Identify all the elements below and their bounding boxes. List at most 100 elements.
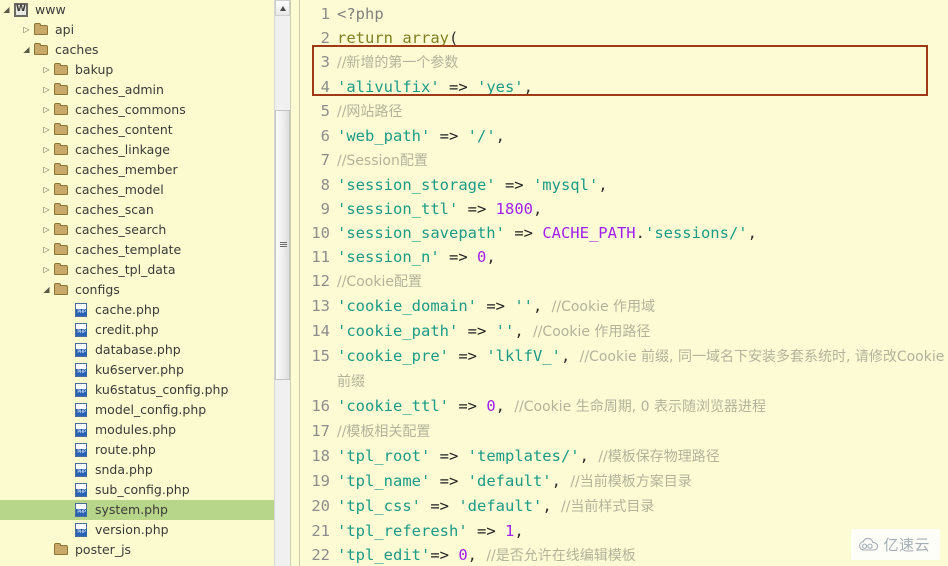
expand-triangle-icon[interactable] <box>40 260 53 280</box>
code-line[interactable]: 15 'cookie_pre' => 'lklfV_', //Cookie 前缀,… <box>300 344 948 394</box>
tree-item-caches-content[interactable]: caches_content <box>0 120 290 140</box>
sidebar-scrollbar[interactable] <box>274 0 290 566</box>
scroll-up-arrow-icon[interactable] <box>275 0 290 16</box>
tree-item-sub-config-php[interactable]: sub_config.php <box>0 480 290 500</box>
code-line[interactable]: 9 'session_ttl' => 1800, <box>300 197 948 221</box>
tree-item-snda-php[interactable]: snda.php <box>0 460 290 480</box>
code-line[interactable]: 20 'tpl_css' => 'default', //当前样式目录 <box>300 494 948 519</box>
file-tree-sidebar[interactable]: www api caches bakup caches_admin caches_comm… <box>0 0 290 566</box>
code-line-text[interactable]: 'cookie_path' => '', //Cookie 作用路径 <box>337 319 948 344</box>
code-line-text[interactable]: 'session_ttl' => 1800, <box>337 197 948 221</box>
code-line[interactable]: 4 'alivulfix' => 'yes', <box>300 75 948 99</box>
code-line[interactable]: 13 'cookie_domain' => '', //Cookie 作用域 <box>300 294 948 319</box>
code-line-text[interactable]: 'tpl_css' => 'default', //当前样式目录 <box>337 494 948 519</box>
tree-item-database-php[interactable]: database.php <box>0 340 290 360</box>
code-line[interactable]: 8 'session_storage' => 'mysql', <box>300 173 948 197</box>
code-line[interactable]: 2 return array( <box>300 26 948 50</box>
code-line[interactable]: 3 //新增的第一个参数 <box>300 50 948 75</box>
tree-item-caches-member[interactable]: caches_member <box>0 160 290 180</box>
tree-item-api[interactable]: api <box>0 20 290 40</box>
tree-item-caches-tpl-data[interactable]: caches_tpl_data <box>0 260 290 280</box>
code-editor-pane[interactable]: 1 <?php 2 return array(3//新增的第一个参数 4'alivulf… <box>300 0 948 566</box>
tree-item-caches[interactable]: caches <box>0 40 290 60</box>
code-line[interactable]: 10 'session_savepath' => CACHE_PATH.'sess… <box>300 221 948 245</box>
code-line-text[interactable]: 'tpl_name' => 'default', //当前模板方案目录 <box>337 469 948 494</box>
token-plain: , <box>495 397 515 415</box>
expand-triangle-icon[interactable] <box>40 100 53 120</box>
tree-item-caches-linkage[interactable]: caches_linkage <box>0 140 290 160</box>
tree-item-modules-php[interactable]: modules.php <box>0 420 290 440</box>
code-line[interactable]: 1 <?php <box>300 2 948 26</box>
code-content[interactable]: 1 <?php 2 return array(3//新增的第一个参数 4'alivulf… <box>300 2 948 566</box>
expand-triangle-icon[interactable] <box>40 220 53 240</box>
code-line-text[interactable]: 'web_path' => '/', <box>337 124 948 148</box>
code-line-text[interactable]: 'session_storage' => 'mysql', <box>337 173 948 197</box>
token-str: 'cookie_domain' <box>337 297 477 315</box>
tree-item-system-php[interactable]: system.php <box>0 500 290 520</box>
file-tree[interactable]: www api caches bakup caches_admin caches_comm… <box>0 0 290 560</box>
code-line[interactable]: 14 'cookie_path' => '', //Cookie 作用路径 <box>300 319 948 344</box>
code-line-text[interactable]: 'cookie_pre' => 'lklfV_', //Cookie 前缀, 同… <box>337 344 948 394</box>
expand-triangle-icon[interactable] <box>40 80 53 100</box>
collapse-triangle-icon[interactable] <box>0 0 13 20</box>
code-line[interactable]: 7 //Session配置 <box>300 148 948 173</box>
code-line[interactable]: 19 'tpl_name' => 'default', //当前模板方案目录 <box>300 469 948 494</box>
tree-item-caches-search[interactable]: caches_search <box>0 220 290 240</box>
code-line-text[interactable]: //模板相关配置 <box>337 419 948 444</box>
tree-item-version-php[interactable]: version.php <box>0 520 290 540</box>
tree-item-caches-model[interactable]: caches_model <box>0 180 290 200</box>
code-line-text[interactable]: 'tpl_root' => 'templates/', //模板保存物理路径 <box>337 444 948 469</box>
code-line-text[interactable]: 'cookie_ttl' => 0, //Cookie 生命周期, 0 表示随浏… <box>337 394 948 419</box>
expand-triangle-icon[interactable] <box>40 180 53 200</box>
tree-item-bakup[interactable]: bakup <box>0 60 290 80</box>
tree-item-model-config-php[interactable]: model_config.php <box>0 400 290 420</box>
tree-item-caches-commons[interactable]: caches_commons <box>0 100 290 120</box>
expand-triangle-icon[interactable] <box>40 160 53 180</box>
code-line-text[interactable]: <?php <box>337 2 948 26</box>
expand-triangle-icon[interactable] <box>40 120 53 140</box>
tree-item-www[interactable]: www <box>0 0 290 20</box>
pane-divider[interactable] <box>290 0 300 566</box>
expand-triangle-icon[interactable] <box>40 140 53 160</box>
tree-item-route-php[interactable]: route.php <box>0 440 290 460</box>
tree-item-credit-php[interactable]: credit.php <box>0 320 290 340</box>
code-line[interactable]: 18 'tpl_root' => 'templates/', //模板保存物理路径 <box>300 444 948 469</box>
expand-triangle-icon[interactable] <box>40 60 53 80</box>
tree-item-caches-scan[interactable]: caches_scan <box>0 200 290 220</box>
tree-item-cache-php[interactable]: cache.php <box>0 300 290 320</box>
code-line[interactable]: 12 //Cookie配置 <box>300 269 948 294</box>
tree-item-caches-admin[interactable]: caches_admin <box>0 80 290 100</box>
code-line-text[interactable]: 'alivulfix' => 'yes', <box>337 75 948 99</box>
code-line-text[interactable]: //新增的第一个参数 <box>337 50 948 75</box>
code-line[interactable]: 6 'web_path' => '/', <box>300 124 948 148</box>
token-str: 'alivulfix' <box>337 78 440 96</box>
tree-item-caches-template[interactable]: caches_template <box>0 240 290 260</box>
tree-item-poster-js[interactable]: poster_js <box>0 540 290 560</box>
code-line[interactable]: 16 'cookie_ttl' => 0, //Cookie 生命周期, 0 表示… <box>300 394 948 419</box>
code-line[interactable]: 11 'session_n' => 0, <box>300 245 948 269</box>
scrollbar-thumb[interactable] <box>275 110 290 380</box>
collapse-triangle-icon[interactable] <box>20 40 33 60</box>
code-line[interactable]: 5 //网站路径 <box>300 99 948 124</box>
token-com: //Cookie 作用域 <box>551 299 656 315</box>
tree-item-ku6server-php[interactable]: ku6server.php <box>0 360 290 380</box>
code-line-text[interactable]: return array( <box>337 26 948 50</box>
code-line-text[interactable]: //Cookie配置 <box>337 269 948 294</box>
expand-triangle-icon[interactable] <box>20 20 33 40</box>
expand-triangle-icon[interactable] <box>40 200 53 220</box>
token-com: //Cookie 作用路径 <box>533 324 651 340</box>
collapse-triangle-icon[interactable] <box>40 280 53 300</box>
tree-item-label: sub_config.php <box>95 482 190 497</box>
tree-item-configs[interactable]: configs <box>0 280 290 300</box>
token-op: => <box>448 397 487 415</box>
code-line-text[interactable]: 'session_savepath' => CACHE_PATH.'sessio… <box>337 221 948 245</box>
token-com: //当前模板方案目录 <box>570 474 692 490</box>
tree-item-label: caches_content <box>75 122 173 137</box>
tree-item-ku6status-config-php[interactable]: ku6status_config.php <box>0 380 290 400</box>
code-line-text[interactable]: 'session_n' => 0, <box>337 245 948 269</box>
code-line-text[interactable]: //Session配置 <box>337 148 948 173</box>
code-line-text[interactable]: //网站路径 <box>337 99 948 124</box>
expand-triangle-icon[interactable] <box>40 240 53 260</box>
code-line[interactable]: 17 //模板相关配置 <box>300 419 948 444</box>
code-line-text[interactable]: 'cookie_domain' => '', //Cookie 作用域 <box>337 294 948 319</box>
